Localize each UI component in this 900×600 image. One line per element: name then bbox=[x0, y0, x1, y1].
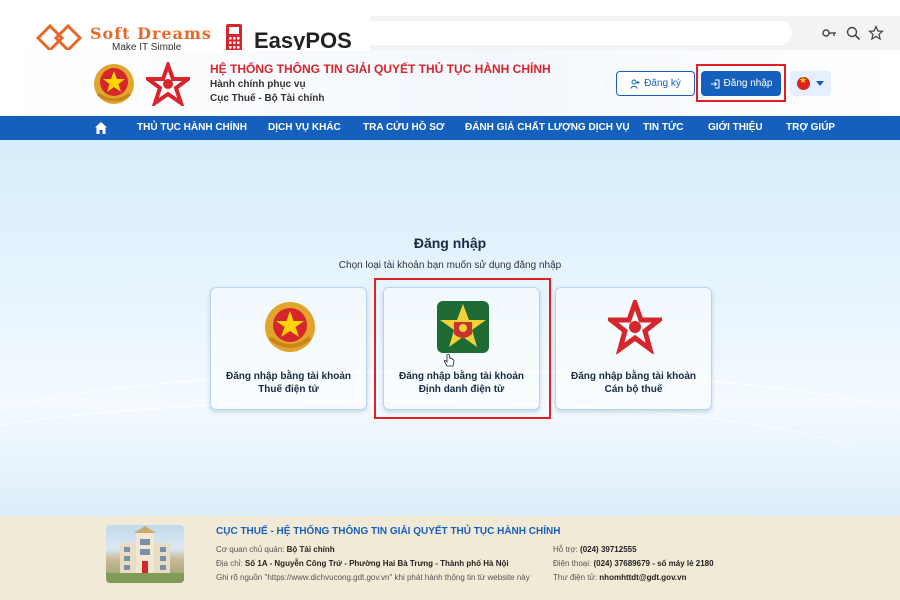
footer-phone: Điện thoại: (024) 37689679 - số máy lẻ 2… bbox=[553, 559, 714, 568]
nav-item-help[interactable]: TRỢ GIÚP bbox=[786, 116, 835, 140]
vneid-highlight-box bbox=[374, 278, 551, 419]
login-option-tax-officer[interactable]: Đăng nhập bằng tài khoản Cán bộ thuế bbox=[555, 287, 712, 410]
headquarters-photo bbox=[106, 525, 184, 583]
site-agency: Cục Thuế - Bộ Tài chính bbox=[210, 93, 325, 104]
nav-item-lookup-records[interactable]: TRA CỨU HỒ SƠ bbox=[363, 116, 444, 140]
zoom-icon[interactable] bbox=[845, 25, 861, 41]
footer-support-label: Hỗ trợ: bbox=[553, 545, 578, 554]
card-label-line2: Thuế điện tử bbox=[258, 384, 319, 395]
footer-email-label: Thư điện tử: bbox=[553, 573, 598, 582]
login-highlight-box bbox=[696, 64, 786, 102]
footer-source-note: Ghi rõ nguồn "https://www.dichvucong.gdt… bbox=[216, 573, 530, 582]
register-button[interactable]: Đăng ký bbox=[616, 71, 695, 96]
login-section: Đăng nhập Chọn loại tài khoản bạn muốn s… bbox=[0, 140, 900, 516]
footer-agency-label: Cơ quan chủ quản: bbox=[216, 545, 285, 554]
nav-item-administrative-procedures[interactable]: THỦ TỤC HÀNH CHÍNH bbox=[137, 116, 247, 140]
vietnam-flag-icon bbox=[797, 75, 810, 90]
register-label: Đăng ký bbox=[644, 78, 681, 89]
nav-item-other-services[interactable]: DỊCH VỤ KHÁC bbox=[268, 116, 341, 140]
nav-item-service-rating[interactable]: ĐÁNH GIÁ CHẤT LƯỢNG DỊCH VỤ bbox=[465, 116, 630, 140]
footer-support: Hỗ trợ: (024) 39712555 bbox=[553, 545, 637, 554]
national-emblem-icon bbox=[265, 302, 315, 352]
tax-officer-logo-icon bbox=[608, 300, 662, 354]
footer-title: CỤC THUẾ - HỆ THỐNG THÔNG TIN GIẢI QUYẾT… bbox=[216, 526, 561, 537]
card-label-line1: Đăng nhập bằng tài khoản bbox=[225, 371, 351, 382]
pos-terminal-icon bbox=[226, 24, 242, 52]
background-wave bbox=[0, 140, 900, 240]
site-footer: CỤC THUẾ - HỆ THỐNG THÔNG TIN GIẢI QUYẾT… bbox=[0, 516, 900, 600]
nav-item-news[interactable]: TIN TỨC bbox=[643, 116, 684, 140]
softdreams-name: Soft Dreams bbox=[90, 24, 212, 43]
site-subtitle: Hành chính phục vụ bbox=[210, 79, 306, 90]
user-add-icon bbox=[630, 79, 640, 89]
footer-agency: Cơ quan chủ quản: Bộ Tài chính bbox=[216, 545, 335, 554]
footer-support-value[interactable]: (024) 39712555 bbox=[580, 545, 637, 554]
card-label: Đăng nhập bằng tài khoản Thuế điện tử bbox=[211, 370, 366, 396]
card-label-line1: Đăng nhập bằng tài khoản bbox=[570, 371, 696, 382]
language-select[interactable] bbox=[790, 71, 831, 96]
site-title: HỆ THỐNG THÔNG TIN GIẢI QUYẾT THỦ TỤC HÀ… bbox=[210, 62, 551, 76]
login-subheading: Chọn loại tài khoản bạn muốn sử dụng đăn… bbox=[338, 260, 562, 271]
star-icon[interactable] bbox=[868, 25, 884, 41]
login-option-e-tax[interactable]: Đăng nhập bằng tài khoản Thuế điện tử bbox=[210, 287, 367, 410]
footer-address-value: Số 1A - Nguyễn Công Trứ - Phường Hai Bà … bbox=[244, 559, 509, 568]
footer-address: Địa chỉ: Số 1A - Nguyễn Công Trứ - Phườn… bbox=[216, 559, 509, 568]
hand-cursor-icon bbox=[443, 354, 455, 367]
footer-email: Thư điện tử: nhomhttdt@gdt.gov.vn bbox=[553, 573, 686, 582]
tax-department-logo-icon[interactable] bbox=[146, 62, 190, 106]
nav-item-about[interactable]: GIỚI THIỆU bbox=[708, 116, 763, 140]
footer-phone-label: Điện thoại: bbox=[553, 559, 592, 568]
site-header: HỆ THỐNG THÔNG TIN GIẢI QUYẾT THỦ TỤC HÀ… bbox=[0, 50, 900, 116]
card-label: Đăng nhập bằng tài khoản Cán bộ thuế bbox=[556, 370, 711, 396]
footer-agency-value: Bộ Tài chính bbox=[286, 545, 335, 554]
key-icon[interactable] bbox=[821, 25, 837, 41]
login-heading: Đăng nhập bbox=[413, 235, 487, 251]
card-label-line2: Cán bộ thuế bbox=[604, 384, 663, 395]
footer-address-label: Địa chỉ: bbox=[216, 559, 243, 568]
home-icon[interactable] bbox=[94, 121, 108, 135]
footer-email-value[interactable]: nhomhttdt@gdt.gov.vn bbox=[599, 573, 686, 582]
footer-phone-value[interactable]: (024) 37689679 - số máy lẻ 2180 bbox=[593, 559, 713, 568]
main-nav: THỦ TỤC HÀNH CHÍNH DỊCH VỤ KHÁC TRA CỨU … bbox=[0, 116, 900, 140]
chevron-down-icon bbox=[816, 81, 824, 86]
national-emblem-icon[interactable] bbox=[92, 62, 136, 106]
